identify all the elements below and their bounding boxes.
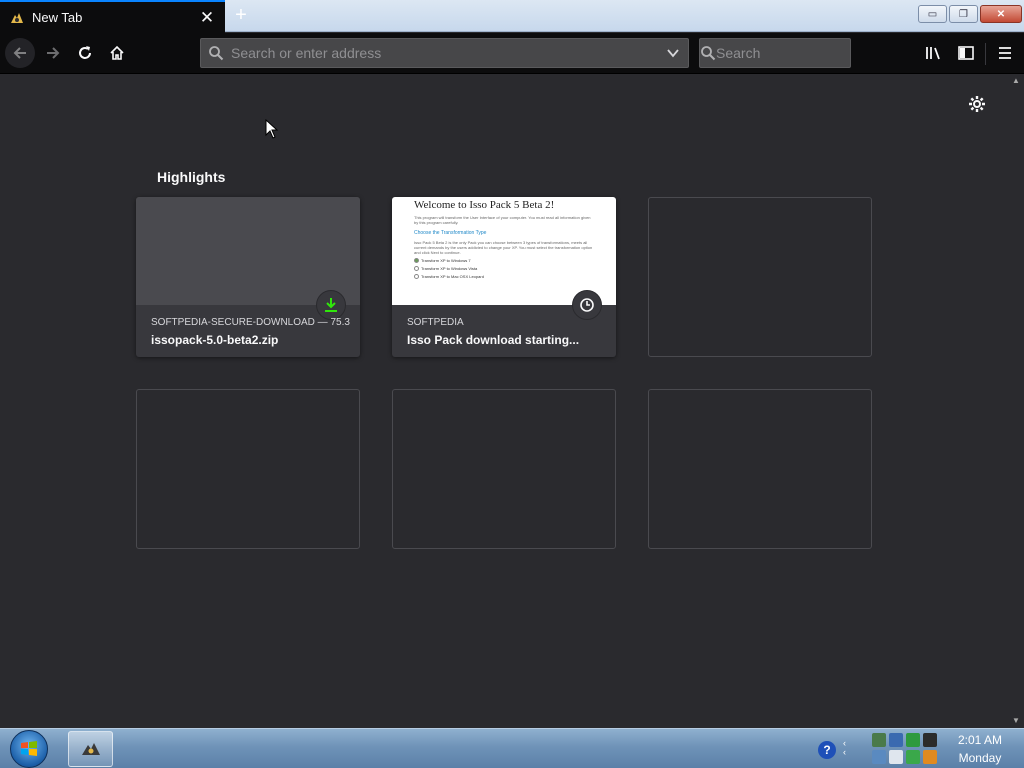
card-meta: SOFTPEDIA-SECURE-DOWNLOAD — 75.3 ... iss… xyxy=(151,317,351,347)
clock-day: Monday xyxy=(958,751,1002,765)
preview-option: Transform XP to Windows Vista xyxy=(414,266,594,271)
preview-option: Transform XP to Mac OSX Leopard xyxy=(414,274,594,279)
radio-icon xyxy=(414,258,419,263)
minimize-button[interactable]: ▭ xyxy=(918,5,947,23)
forward-button[interactable] xyxy=(38,38,68,68)
arrow-right-icon xyxy=(47,47,60,59)
reload-button[interactable] xyxy=(70,38,100,68)
shield-icon[interactable] xyxy=(906,750,920,764)
gear-icon[interactable] xyxy=(966,93,988,115)
card-title: Isso Pack download starting... xyxy=(407,333,580,347)
system-tray-icons xyxy=(872,733,944,765)
start-button[interactable] xyxy=(10,730,48,768)
monitor-icon[interactable] xyxy=(923,733,937,747)
toolbar-divider xyxy=(985,43,986,65)
search-icon xyxy=(201,45,231,61)
network-icon[interactable] xyxy=(872,733,886,747)
mouse-cursor-icon xyxy=(265,119,279,139)
chevron-down-icon[interactable] xyxy=(658,46,688,60)
close-window-button[interactable]: ✕ xyxy=(980,5,1022,23)
new-tab-page: Highlights SOFTPEDIA-SECURE-DOWNLOAD — 7… xyxy=(0,74,1010,728)
search-input[interactable] xyxy=(716,45,897,61)
empty-highlight-slot xyxy=(392,389,616,549)
clock-icon xyxy=(572,290,602,320)
tray-app-icon[interactable] xyxy=(872,750,886,764)
url-input[interactable] xyxy=(231,45,658,61)
checkmark-icon[interactable] xyxy=(906,733,920,747)
new-tab-button[interactable]: + xyxy=(230,4,252,26)
back-button[interactable] xyxy=(5,38,35,68)
reload-icon xyxy=(79,46,91,59)
device-icon[interactable] xyxy=(889,733,903,747)
show-hidden-icons-icon[interactable]: ‹ ‹ xyxy=(843,739,846,757)
magnifier-icon[interactable] xyxy=(923,750,937,764)
radio-icon xyxy=(414,266,419,271)
empty-highlight-slot xyxy=(136,389,360,549)
navigation-toolbar xyxy=(0,33,1024,74)
hamburger-menu-icon[interactable] xyxy=(993,41,1017,65)
tab-strip: New Tab ✕ + ▭ ❐ ✕ xyxy=(0,0,1024,33)
empty-highlight-slot xyxy=(648,389,872,549)
scrollbar[interactable] xyxy=(1010,74,1024,728)
clock[interactable]: 2:01 AM Monday xyxy=(950,731,1010,767)
highlight-card-visited[interactable]: Welcome to Isso Pack 5 Beta 2! This prog… xyxy=(392,197,616,357)
home-icon xyxy=(110,45,124,60)
help-icon[interactable]: ? xyxy=(818,741,836,759)
tab-new-tab[interactable]: New Tab ✕ xyxy=(0,0,225,33)
taskbar-app-firefox[interactable] xyxy=(68,731,113,767)
empty-highlight-slot xyxy=(648,197,872,357)
page-screenshot-preview: Welcome to Isso Pack 5 Beta 2! This prog… xyxy=(392,197,616,305)
preview-option: Transform XP to Windows 7 xyxy=(414,258,594,263)
firefox-logo-icon xyxy=(9,10,25,26)
card-thumbnail xyxy=(136,197,360,305)
download-icon xyxy=(316,290,346,320)
card-context: SOFTPEDIA xyxy=(407,317,464,328)
search-bar[interactable] xyxy=(699,38,897,68)
preview-heading: Welcome to Isso Pack 5 Beta 2! xyxy=(414,199,555,211)
clock-time: 2:01 AM xyxy=(957,733,1003,747)
preview-body: Isso Pack 5 Beta 2 is the only Pack you … xyxy=(414,240,593,255)
firefox-logo-icon xyxy=(81,743,100,755)
arrow-left-icon xyxy=(13,47,26,59)
highlights-heading: Highlights xyxy=(157,169,226,185)
restore-button[interactable]: ❐ xyxy=(949,5,978,23)
sidebar-icon[interactable] xyxy=(954,41,978,65)
preview-intro: This program will transform the User Int… xyxy=(414,215,591,225)
library-icon[interactable] xyxy=(922,41,946,65)
document-icon[interactable] xyxy=(889,750,903,764)
close-tab-icon[interactable]: ✕ xyxy=(195,8,219,28)
taskbar: ? ‹ ‹ 2:01 AM Monday xyxy=(0,728,1024,768)
card-meta: SOFTPEDIA Isso Pack download starting... xyxy=(407,317,607,347)
url-bar[interactable] xyxy=(200,38,689,68)
windows-logo-icon xyxy=(21,741,37,756)
card-title: issopack-5.0-beta2.zip xyxy=(151,333,279,347)
preview-subheading: Choose the Transformation Type xyxy=(414,230,487,236)
highlight-card-download[interactable]: SOFTPEDIA-SECURE-DOWNLOAD — 75.3 ... iss… xyxy=(136,197,360,357)
card-context: SOFTPEDIA-SECURE-DOWNLOAD — 75.3 ... xyxy=(151,317,351,328)
home-button[interactable] xyxy=(102,38,132,68)
radio-icon xyxy=(414,274,419,279)
search-icon xyxy=(700,45,716,61)
scroll-up-icon[interactable]: ▲ xyxy=(1012,76,1020,85)
scroll-down-icon[interactable]: ▼ xyxy=(1012,716,1020,725)
window-controls: ▭ ❐ ✕ xyxy=(918,5,1022,23)
tab-title: New Tab xyxy=(32,10,83,25)
